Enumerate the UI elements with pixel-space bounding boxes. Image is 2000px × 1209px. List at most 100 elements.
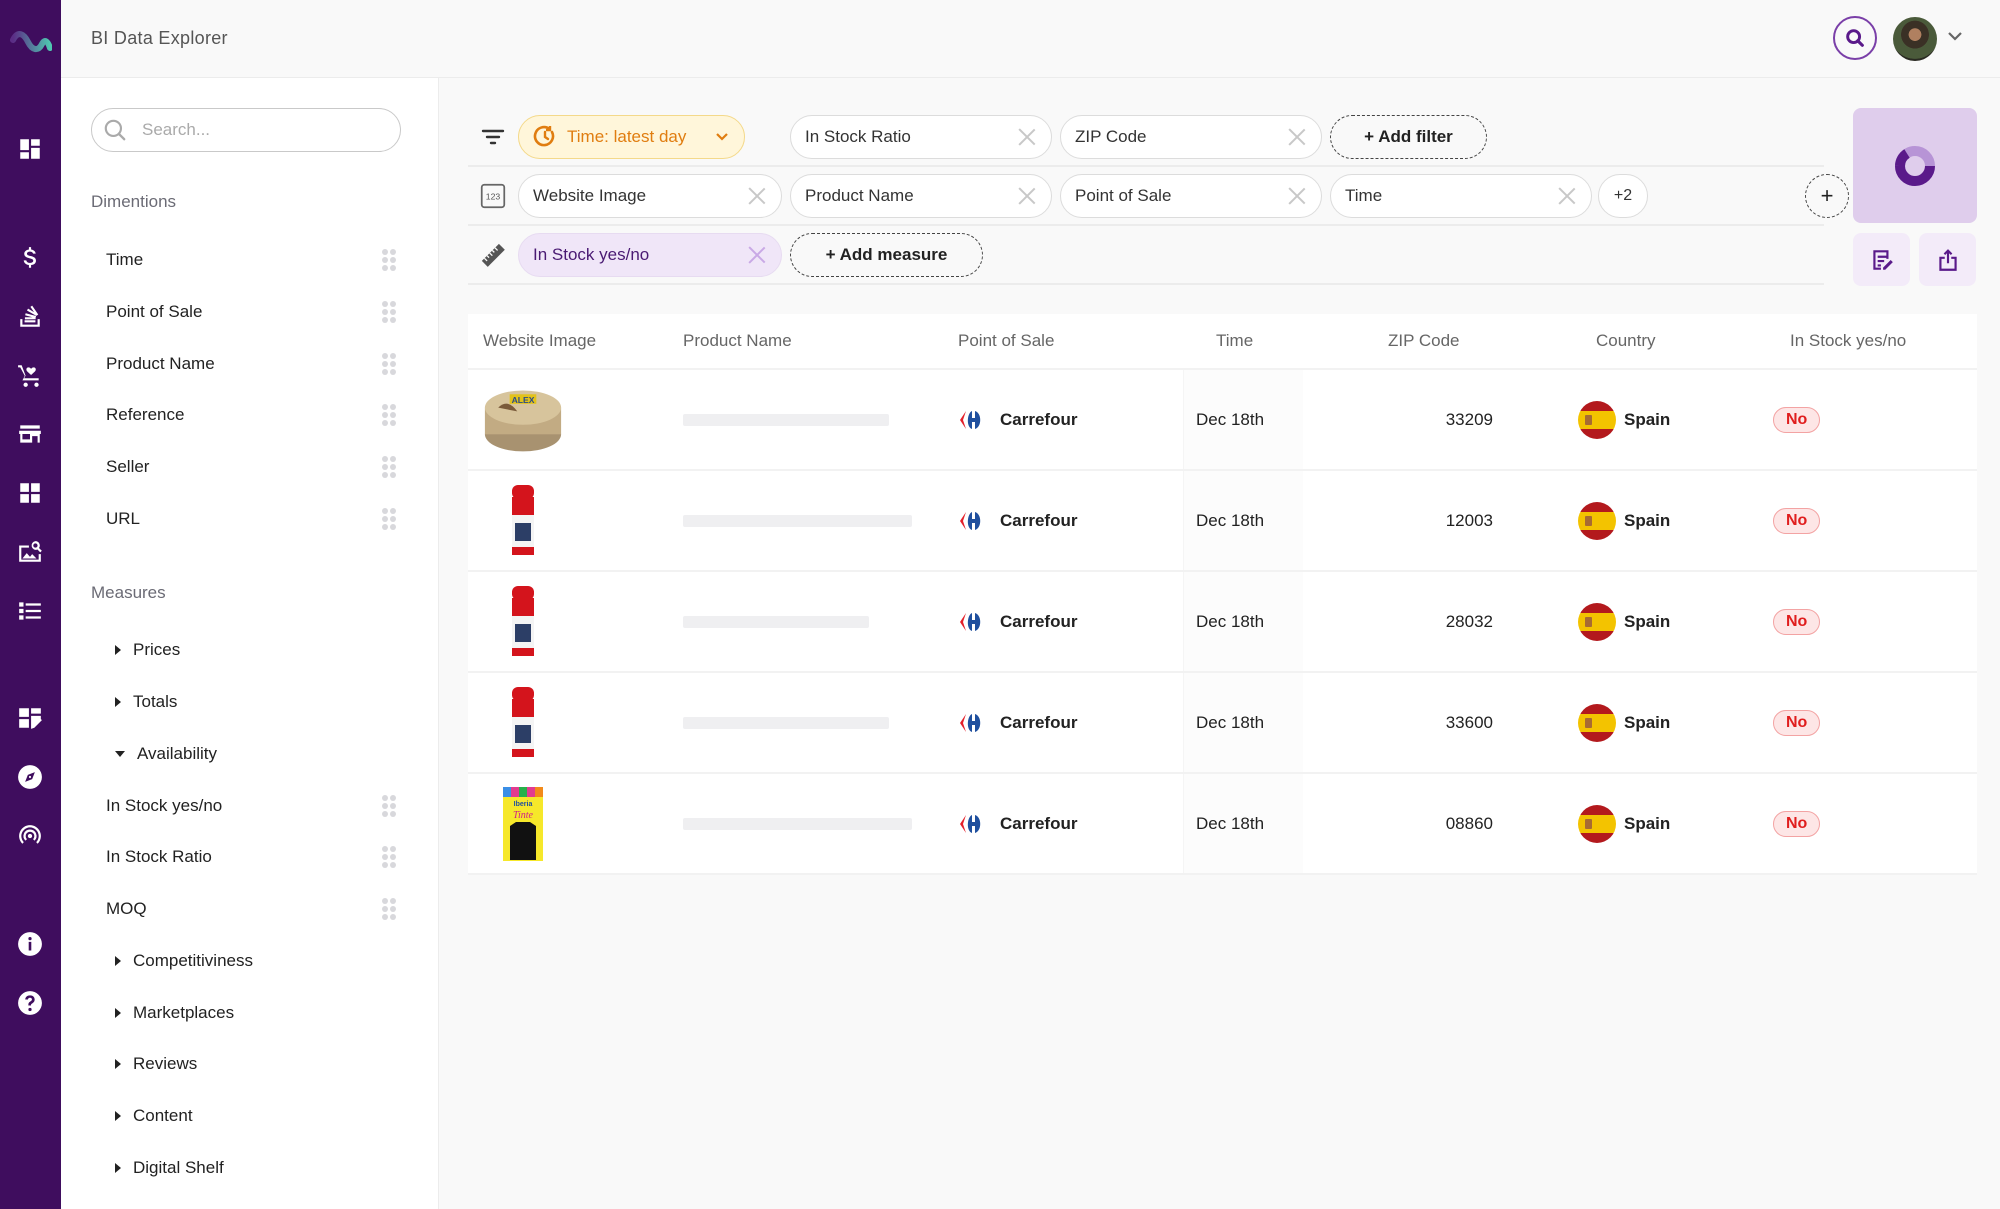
cart-heart-icon[interactable] [16,361,44,389]
close-icon[interactable] [1287,127,1307,147]
caret-right-icon [115,1111,121,1121]
dimension-item[interactable]: Time [106,245,396,275]
drag-handle-icon[interactable] [382,404,396,426]
close-icon[interactable] [747,245,767,265]
svg-text:Tinte: Tinte [513,810,534,821]
field-search[interactable] [91,108,401,152]
column-header[interactable]: Website Image [483,331,596,351]
dimension-chip[interactable]: Point of Sale [1060,174,1322,218]
status-badge: No [1773,810,1821,837]
add-dimension-button[interactable]: + [1805,174,1849,218]
dimension-chip[interactable]: Website Image [518,174,782,218]
close-icon[interactable] [1017,127,1037,147]
measure-group-digital-shelf[interactable]: Digital Shelf [115,1153,224,1183]
column-header[interactable]: Product Name [683,331,792,351]
compass-icon[interactable] [16,763,44,791]
measure-group-marketplaces[interactable]: Marketplaces [115,998,234,1028]
field-search-input[interactable] [142,120,372,140]
filter-row: Time: latest day In Stock Ratio ZIP Code… [468,108,1824,167]
column-header[interactable]: Country [1596,331,1656,351]
drag-handle-icon[interactable] [382,795,396,817]
dimension-chip[interactable]: Product Name [790,174,1052,218]
carrefour-logo-icon [960,511,981,530]
history-icon [533,125,555,147]
filter-chip[interactable]: In Stock Ratio [790,115,1052,159]
in-stock-cell: No [1773,709,1821,736]
table-row[interactable]: Iberia Tinte Carrefour Dec 18th 08860 Spa… [468,774,1977,875]
drag-handle-icon[interactable] [382,301,396,323]
chevron-down-icon[interactable] [1945,26,1965,46]
table-row[interactable]: Carrefour Dec 18th 12003 Spain No [468,471,1977,572]
column-header[interactable]: ZIP Code [1388,331,1508,351]
dimension-chip[interactable]: Time [1330,174,1592,218]
filter-chip[interactable]: ZIP Code [1060,115,1322,159]
user-avatar[interactable] [1893,17,1937,61]
image-search-icon[interactable] [16,538,44,566]
chip-label: Point of Sale [1075,186,1172,205]
drag-handle-icon[interactable] [382,249,396,271]
close-icon[interactable] [1287,186,1307,206]
drag-handle-icon[interactable] [382,456,396,478]
measure-group-reviews[interactable]: Reviews [115,1049,197,1079]
store-icon[interactable] [16,420,44,448]
measure-group-competitiviness[interactable]: Competitiviness [115,946,253,976]
close-icon[interactable] [747,186,767,206]
measure-group-totals[interactable]: Totals [115,687,177,717]
main-panel: Time: latest day In Stock Ratio ZIP Code… [440,78,2000,1209]
in-stock-cell: No [1773,608,1821,635]
add-measure-button[interactable]: + Add measure [790,233,983,277]
spain-flag-icon [1578,602,1616,641]
table-row[interactable]: ALEX Carrefour Dec 18th 33209 Spain No [468,370,1977,471]
dimension-item[interactable]: Point of Sale [106,297,396,327]
measure-group-content[interactable]: Content [115,1101,193,1131]
dollar-icon[interactable] [16,244,44,272]
measure-group-availability[interactable]: Availability [115,739,217,769]
logo-icon[interactable] [10,30,52,56]
share-icon [1938,248,1957,271]
close-icon[interactable] [1017,186,1037,206]
column-header[interactable]: Point of Sale [958,331,1054,351]
search-icon [104,119,126,141]
stack-icon[interactable] [16,303,44,331]
measure-item[interactable]: In Stock Ratio [106,842,396,872]
help-icon[interactable] [16,989,44,1017]
list-icon[interactable] [16,597,44,625]
measure-item[interactable]: MOQ [106,894,396,924]
results-table: Website Image Product Name Point of Sale… [468,314,1977,875]
dashboard-icon[interactable] [16,135,44,163]
more-dimensions-button[interactable]: +2 [1598,174,1648,218]
measure-item[interactable]: In Stock yes/no [106,791,396,821]
product-name-redacted [683,413,889,426]
grid-icon[interactable] [16,479,44,507]
info-icon[interactable] [16,930,44,958]
measure-group-prices[interactable]: Prices [115,635,180,665]
dimension-item[interactable]: Reference [106,400,396,430]
drag-handle-icon[interactable] [382,846,396,868]
column-header[interactable]: Time [1216,331,1253,351]
column-header[interactable]: In Stock yes/no [1790,331,1906,351]
drag-handle-icon[interactable] [382,508,396,530]
dashboard-edit-icon[interactable] [16,704,44,732]
close-icon[interactable] [1557,186,1577,206]
product-name-redacted [683,817,912,830]
time-cell: Dec 18th [1196,510,1265,530]
add-filter-button[interactable]: + Add filter [1330,115,1487,159]
signal-icon[interactable] [16,822,44,850]
edit-notes-button[interactable] [1853,233,1910,286]
time-filter-chip[interactable]: Time: latest day [518,115,745,159]
dimension-label: Point of Sale [106,302,203,321]
dimension-item[interactable]: Product Name [106,349,396,379]
drag-handle-icon[interactable] [382,898,396,920]
measure-chip[interactable]: In Stock yes/no [518,233,782,277]
global-search-button[interactable] [1833,16,1877,60]
table-row[interactable]: Carrefour Dec 18th 28032 Spain No [468,572,1977,673]
table-row[interactable]: Carrefour Dec 18th 33600 Spain No [468,673,1977,774]
drag-handle-icon[interactable] [382,353,396,375]
group-label: Content [133,1106,193,1125]
share-button[interactable] [1919,233,1976,286]
visualization-button[interactable] [1853,108,1977,223]
country-cell: Spain [1578,501,1670,540]
dimension-item[interactable]: Seller [106,452,396,482]
dimension-item[interactable]: URL [106,504,396,534]
point-of-sale-text: Carrefour [1000,510,1078,530]
